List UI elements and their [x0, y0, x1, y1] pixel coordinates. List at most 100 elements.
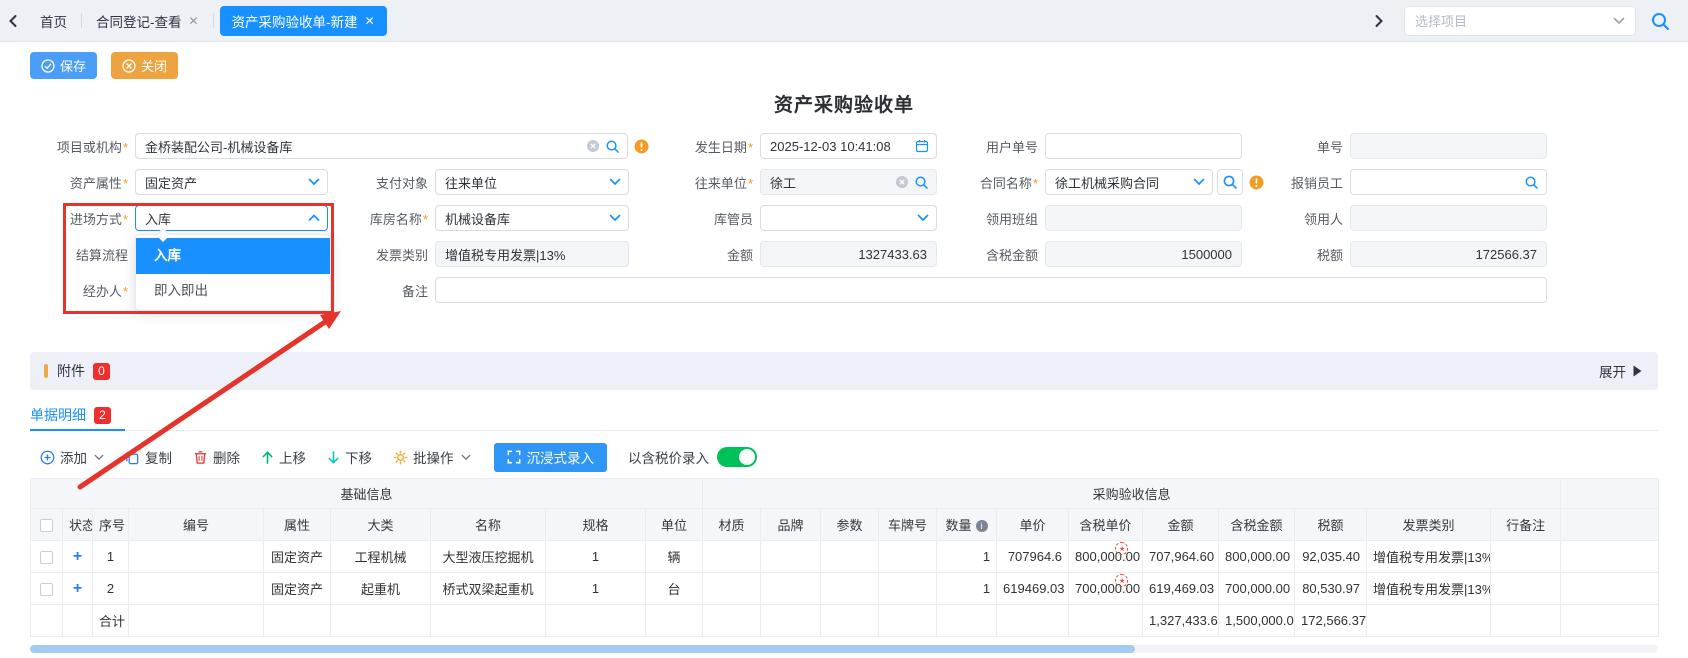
expand-plus-icon[interactable]: +	[73, 548, 82, 565]
close-button[interactable]: 关闭	[111, 52, 178, 79]
cell-material[interactable]	[703, 573, 761, 605]
cell-tax[interactable]: 92,035.40	[1295, 541, 1367, 573]
cell-status[interactable]: +	[63, 541, 93, 573]
cell-brand[interactable]	[761, 541, 821, 573]
triangle-right-icon	[1633, 365, 1642, 377]
clear-icon[interactable]	[586, 139, 600, 153]
move-down-button[interactable]: 下移	[327, 447, 372, 467]
batch-operation-button[interactable]: 批操作	[393, 447, 471, 467]
user-doc-no-input[interactable]	[1045, 133, 1242, 159]
cell-seq[interactable]: 2	[93, 573, 129, 605]
tab-close-icon[interactable]: ✕	[189, 14, 199, 28]
cell-name[interactable]: 桥式双梁起重机	[431, 573, 546, 605]
cell-param[interactable]	[821, 573, 879, 605]
save-button[interactable]: 保存	[30, 52, 97, 79]
cell-attr[interactable]: 固定资产	[264, 573, 331, 605]
cell-category[interactable]: 工程机械	[331, 541, 431, 573]
cell-price[interactable]: 707964.6	[997, 541, 1069, 573]
cell-qty[interactable]: 1	[937, 541, 997, 573]
tab-close-icon[interactable]: ✕	[365, 14, 375, 28]
tax-price-toggle[interactable]	[717, 447, 757, 467]
cell-tax_amount[interactable]: 800,000.00	[1219, 541, 1295, 573]
asset-attr-select[interactable]: 固定资产	[135, 169, 328, 195]
row-checkbox[interactable]	[40, 551, 53, 564]
info-icon[interactable]: i	[976, 520, 988, 532]
cell-seq[interactable]: 1	[93, 541, 129, 573]
row-checkbox[interactable]	[40, 583, 53, 596]
cell-amount[interactable]: 619,469.03	[1143, 573, 1219, 605]
detail-tab-row: 单据明细 2	[30, 401, 1658, 431]
project-select[interactable]: 选择项目	[1404, 6, 1636, 36]
table-row: +2固定资产起重机桥式双梁起重机1台1619469.03700,000.0061…	[31, 573, 1659, 605]
clear-icon[interactable]	[895, 175, 909, 189]
expand-plus-icon[interactable]: +	[73, 580, 82, 597]
add-row-button[interactable]: 添加	[40, 447, 104, 467]
counterparty-input[interactable]: 徐工	[760, 169, 937, 195]
search-icon[interactable]	[605, 139, 620, 154]
cell-plate[interactable]	[879, 573, 937, 605]
cell-category[interactable]: 起重机	[331, 573, 431, 605]
cell-unit[interactable]: 辆	[646, 541, 703, 573]
cell-name[interactable]: 大型液压挖掘机	[431, 541, 546, 573]
warning-info-icon[interactable]	[634, 139, 649, 154]
cell-row_remark[interactable]	[1491, 541, 1561, 573]
delete-row-button[interactable]: 删除	[193, 447, 240, 467]
expand-button[interactable]: 展开	[1599, 361, 1658, 381]
chevron-down-icon	[461, 454, 471, 461]
horizontal-scrollbar-track[interactable]	[30, 645, 1658, 653]
move-up-button[interactable]: 上移	[261, 447, 306, 467]
immersive-entry-button[interactable]: 沉浸式录入	[494, 443, 608, 472]
remark-input[interactable]	[435, 277, 1547, 303]
cell-code[interactable]	[129, 541, 264, 573]
total-empty	[821, 605, 879, 637]
cell-status[interactable]: +	[63, 573, 93, 605]
required-star: *	[748, 176, 753, 191]
cell-spec[interactable]: 1	[546, 573, 646, 605]
column-header-row_remark: 行备注	[1491, 509, 1561, 541]
cell-tax_price[interactable]: 800,000.00	[1069, 541, 1143, 573]
cell-amount[interactable]: 707,964.60	[1143, 541, 1219, 573]
tab-detail-lines[interactable]: 单据明细 2	[30, 401, 125, 431]
cell-unit[interactable]: 台	[646, 573, 703, 605]
warehouse-keeper-select[interactable]	[760, 205, 937, 231]
global-search-icon[interactable]	[1650, 11, 1670, 31]
reimburse-employee-input[interactable]	[1350, 169, 1547, 195]
contract-search-button[interactable]	[1217, 169, 1243, 195]
cell-row_remark[interactable]	[1491, 573, 1561, 605]
copy-row-button[interactable]: 复制	[125, 447, 172, 467]
attachment-section-bar[interactable]: 附件 0 展开	[30, 352, 1658, 390]
occur-date-input[interactable]: 2025-12-03 10:41:08	[760, 133, 937, 159]
search-icon[interactable]	[914, 175, 929, 190]
cell-tax[interactable]: 80,530.97	[1295, 573, 1367, 605]
contract-name-select[interactable]: 徐工机械采购合同	[1045, 169, 1213, 195]
cell-qty[interactable]: 1	[937, 573, 997, 605]
warehouse-name-select[interactable]: 机械设备库	[435, 205, 629, 231]
search-icon[interactable]	[1524, 175, 1539, 190]
cell-plate[interactable]	[879, 541, 937, 573]
cell-attr[interactable]: 固定资产	[264, 541, 331, 573]
cell-spec[interactable]: 1	[546, 541, 646, 573]
tab-home[interactable]: 首页	[26, 0, 81, 42]
cell-param[interactable]	[821, 541, 879, 573]
cell-invoice[interactable]: 增值税专用发票|13%	[1367, 573, 1491, 605]
pay-target-select[interactable]: 往来单位	[435, 169, 629, 195]
project-org-input[interactable]: 金桥装配公司-机械设备库	[135, 133, 628, 159]
column-header-name: 名称	[431, 509, 546, 541]
chevron-down-icon	[94, 454, 104, 461]
remark-field: 备注	[335, 277, 1547, 303]
column-header-spec: 规格	[546, 509, 646, 541]
horizontal-scrollbar-thumb[interactable]	[30, 645, 1135, 653]
cell-invoice[interactable]: 增值税专用发票|13%	[1367, 541, 1491, 573]
project-org-field: 项目或机构* 金桥装配公司-机械设备库	[30, 133, 649, 159]
select-all-checkbox[interactable]	[40, 519, 53, 532]
tab-contract-view[interactable]: 合同登记-查看 ✕	[82, 0, 213, 42]
tabs-scroll-left-icon[interactable]	[0, 14, 26, 28]
cell-tax_price[interactable]: 700,000.00	[1069, 573, 1143, 605]
cell-tax_amount[interactable]: 700,000.00	[1219, 573, 1295, 605]
cell-material[interactable]	[703, 541, 761, 573]
cell-price[interactable]: 619469.03	[997, 573, 1069, 605]
tab-asset-acceptance-new[interactable]: 资产采购验收单-新建 ✕	[220, 6, 387, 36]
cell-brand[interactable]	[761, 573, 821, 605]
cell-code[interactable]	[129, 573, 264, 605]
tabs-scroll-right-icon[interactable]	[1366, 14, 1392, 28]
